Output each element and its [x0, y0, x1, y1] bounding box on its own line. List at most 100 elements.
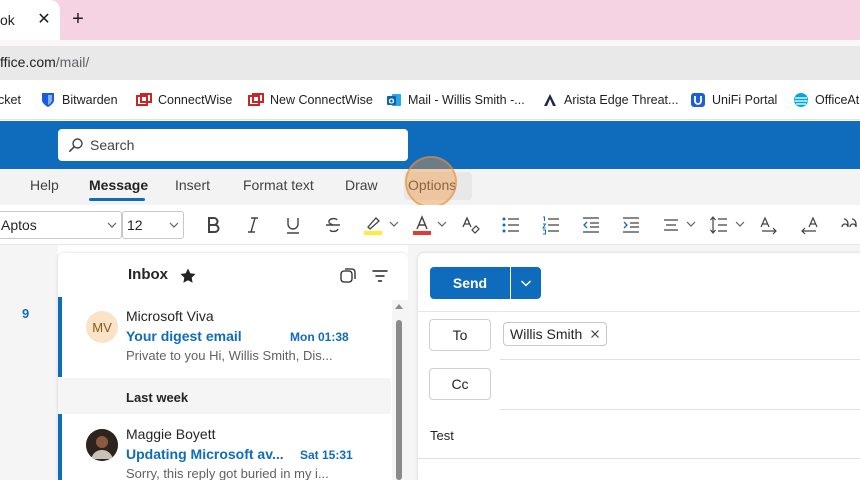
- send-button[interactable]: Send: [430, 267, 510, 299]
- outlook-icon: O: [387, 94, 401, 106]
- decrease-indent-button[interactable]: [579, 213, 603, 237]
- italic-button[interactable]: [241, 213, 265, 237]
- tab-insert[interactable]: Insert: [175, 177, 210, 193]
- close-tab-icon[interactable]: ✕: [34, 8, 54, 32]
- quote-icon: [841, 218, 857, 228]
- recipient-name: Willis Smith: [510, 326, 583, 342]
- scrollbar-thumb[interactable]: [396, 320, 402, 480]
- to-field-underline: [500, 359, 860, 360]
- bookmark-arista[interactable]: Arista Edge Threat...: [542, 88, 678, 112]
- font-name-select[interactable]: Aptos: [0, 211, 122, 239]
- cc-input[interactable]: [500, 368, 860, 400]
- divider: [418, 311, 860, 312]
- clear-format-icon: [462, 216, 480, 234]
- rtl-button[interactable]: [797, 213, 821, 237]
- url-path: /mail/: [55, 54, 90, 70]
- folder-rail: [0, 245, 58, 480]
- chevron-down-icon[interactable]: [686, 219, 696, 229]
- bookmark-new-connectwise[interactable]: New ConnectWise: [248, 88, 373, 112]
- chevron-down-icon[interactable]: [389, 219, 399, 229]
- bold-button[interactable]: [201, 213, 225, 237]
- recipient-chip[interactable]: Willis Smith: [503, 322, 608, 346]
- bookmark-label: Bitwarden: [62, 93, 118, 107]
- font-size-value: 12: [127, 217, 143, 233]
- mail-preview: Private to you Hi, Willis Smith, Dis...: [126, 348, 333, 363]
- numbering-button[interactable]: [539, 213, 563, 237]
- tab-draw[interactable]: Draw: [345, 177, 378, 193]
- folder-title: Inbox: [128, 266, 168, 283]
- cc-button[interactable]: Cc: [429, 368, 491, 400]
- avatar: [86, 429, 118, 461]
- svg-text:O: O: [389, 98, 395, 106]
- to-button[interactable]: To: [429, 319, 491, 351]
- font-name-value: Aptos: [1, 217, 37, 233]
- font-color-button[interactable]: [410, 213, 434, 237]
- bookmark-officeatl[interactable]: OfficeAtl: [793, 88, 860, 112]
- bookmark-label: UniFi Portal: [712, 93, 778, 107]
- unread-count: 9: [22, 306, 30, 321]
- address-bar[interactable]: [0, 46, 860, 80]
- strikethrough-button[interactable]: [321, 213, 345, 237]
- bookmark-label: Mail - Willis Smith -...: [408, 93, 525, 107]
- bookmark-unifi[interactable]: UniFi Portal: [690, 88, 777, 112]
- italic-icon: [248, 217, 258, 233]
- bookmark-connectwise[interactable]: ConnectWise: [136, 88, 232, 112]
- decrease-indent-icon: [583, 217, 599, 233]
- bookmark-bitwarden[interactable]: Bitwarden: [40, 88, 118, 112]
- avatar: MV: [86, 311, 118, 343]
- send-options-button[interactable]: [511, 267, 541, 299]
- bookmark-label: Arista Edge Threat...: [564, 93, 679, 107]
- bookmark-label: OfficeAtl: [815, 93, 860, 107]
- tab-help[interactable]: Help: [30, 177, 59, 193]
- tab-format-text[interactable]: Format text: [243, 177, 314, 193]
- underline-button[interactable]: [281, 213, 305, 237]
- new-tab-icon[interactable]: +: [66, 8, 90, 32]
- highlight-button[interactable]: [361, 213, 385, 237]
- line-spacing-button[interactable]: [707, 213, 731, 237]
- bookmark-label: New ConnectWise: [270, 93, 373, 107]
- quote-button[interactable]: [837, 213, 860, 237]
- bookmark-item[interactable]: cket: [0, 88, 21, 112]
- remove-recipient-icon[interactable]: [590, 329, 600, 339]
- mail-subject: Updating Microsoft av...: [126, 446, 284, 462]
- browser-tab-strip: [0, 0, 860, 40]
- message-body[interactable]: [430, 470, 860, 480]
- underline-icon: [287, 218, 299, 234]
- bullet-list-icon: [502, 217, 519, 233]
- tab-message[interactable]: Message: [89, 177, 148, 193]
- unifi-icon: [691, 93, 705, 107]
- styles-button[interactable]: [459, 213, 483, 237]
- search-placeholder: Search: [90, 137, 135, 153]
- search-input[interactable]: Search: [58, 129, 408, 161]
- arista-icon: [544, 94, 556, 106]
- select-mode-icon[interactable]: [339, 267, 357, 285]
- active-tab-indicator: [89, 198, 145, 201]
- browser-tab-title: ok: [0, 12, 15, 28]
- bullets-button[interactable]: [499, 213, 523, 237]
- bold-icon: [208, 217, 220, 233]
- filter-icon[interactable]: [371, 267, 389, 285]
- unread-indicator: [58, 297, 62, 377]
- bookmark-label: ConnectWise: [158, 93, 233, 107]
- search-icon: [69, 138, 83, 152]
- subject-input[interactable]: Test: [430, 428, 454, 443]
- chevron-down-icon[interactable]: [437, 219, 447, 229]
- chevron-down-icon: [520, 280, 532, 287]
- increase-indent-button[interactable]: [619, 213, 643, 237]
- group-header: [58, 378, 391, 414]
- scroll-up-icon[interactable]: [395, 303, 403, 309]
- chevron-down-icon[interactable]: [735, 219, 745, 229]
- star-icon[interactable]: [179, 267, 197, 285]
- text-direction-rtl-icon: [801, 216, 818, 235]
- url-text[interactable]: ffice.com/mail/: [0, 54, 89, 70]
- font-size-select[interactable]: 12: [122, 211, 184, 239]
- ltr-button[interactable]: [757, 213, 781, 237]
- connectwise-icon: [248, 93, 264, 106]
- align-button[interactable]: [659, 213, 683, 237]
- bitwarden-icon: [42, 93, 54, 107]
- mail-preview: Sorry, this reply got buried in my i...: [126, 466, 329, 480]
- unread-indicator: [58, 414, 62, 480]
- mail-sender: Maggie Boyett: [126, 426, 216, 442]
- bookmark-outlook-mail[interactable]: O Mail - Willis Smith -...: [386, 88, 525, 112]
- url-host: ffice.com: [0, 54, 56, 70]
